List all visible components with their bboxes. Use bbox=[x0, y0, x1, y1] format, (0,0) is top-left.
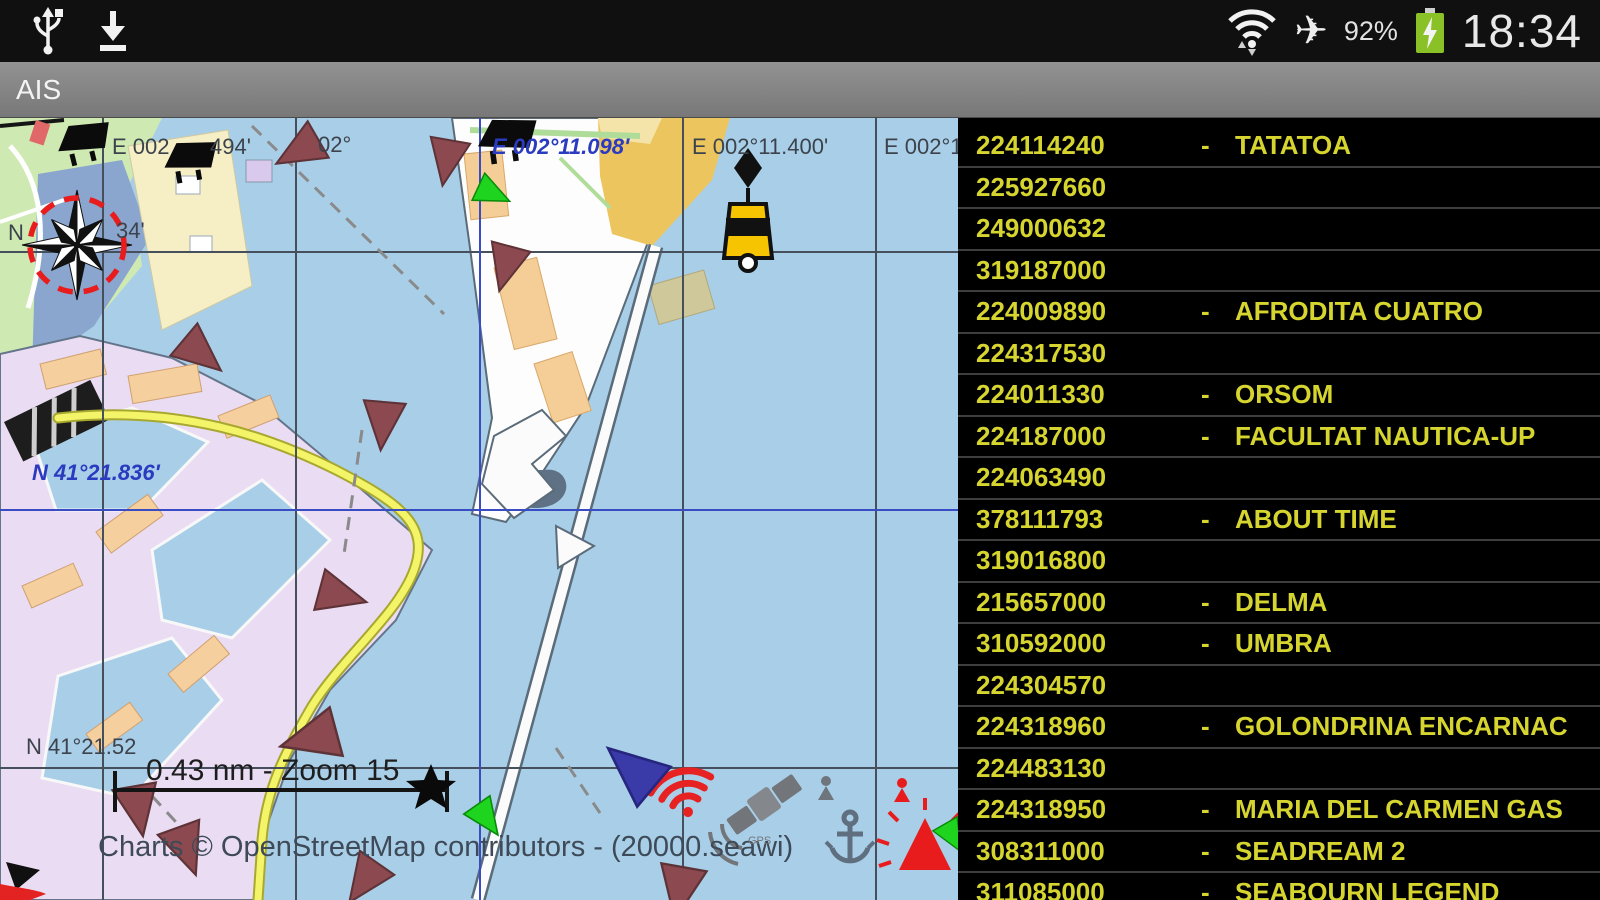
list-item[interactable]: 378111793 - ABOUT TIME bbox=[958, 500, 1600, 541]
mmsi: 224011330 bbox=[976, 379, 1105, 410]
grid-label: 494' bbox=[210, 134, 251, 159]
vessel-name: GOLONDRINA ENCARNAC bbox=[1235, 711, 1568, 742]
list-item[interactable]: 319187000 bbox=[958, 251, 1600, 292]
mmsi: 224187000 bbox=[976, 420, 1107, 451]
mmsi: 224009890 bbox=[976, 296, 1107, 327]
mmsi: 249000632 bbox=[976, 213, 1107, 244]
list-item[interactable]: 224483130 bbox=[958, 749, 1600, 790]
list-item[interactable]: 224318950 - MARIA DEL CARMEN GAS bbox=[958, 790, 1600, 832]
separator: - bbox=[1201, 586, 1210, 617]
separator: - bbox=[1201, 794, 1210, 825]
separator: - bbox=[1201, 420, 1210, 451]
mmsi: 308311000 bbox=[976, 835, 1105, 866]
separator: - bbox=[1201, 130, 1210, 161]
separator: - bbox=[1201, 628, 1210, 659]
separator: - bbox=[1201, 711, 1210, 742]
vessel-name: AFRODITA CUATRO bbox=[1235, 296, 1483, 327]
clock: 18:34 bbox=[1461, 5, 1582, 57]
list-item[interactable]: 311085000 - SEABOURN LEGEND bbox=[958, 873, 1600, 900]
wifi-icon bbox=[1228, 9, 1277, 56]
download-icon bbox=[100, 11, 126, 51]
mmsi: 224483130 bbox=[976, 752, 1107, 783]
mmsi: 225927660 bbox=[976, 171, 1107, 202]
list-item[interactable]: 224114240 - TATATOA bbox=[958, 126, 1600, 168]
list-item[interactable]: 308311000 - SEADREAM 2 bbox=[958, 832, 1600, 873]
vessel-name: FACULTAT NAUTICA-UP bbox=[1235, 420, 1536, 451]
separator: - bbox=[1201, 379, 1210, 410]
mmsi: 378111793 bbox=[976, 503, 1104, 534]
mmsi: 224063490 bbox=[976, 462, 1107, 493]
grid-label: 34' bbox=[116, 218, 145, 243]
list-item[interactable]: 224187000 - FACULTAT NAUTICA-UP bbox=[958, 417, 1600, 458]
vessel-name: UMBRA bbox=[1235, 628, 1332, 659]
list-item[interactable]: 224317530 bbox=[958, 334, 1600, 375]
grid-label: N bbox=[8, 220, 24, 245]
vessel-name: DELMA bbox=[1235, 586, 1328, 617]
airplane-icon: ✈ bbox=[1294, 9, 1328, 53]
list-item[interactable]: 215657000 - DELMA bbox=[958, 583, 1600, 624]
vessel-name: ABOUT TIME bbox=[1235, 503, 1397, 534]
chart-map[interactable]: 0.43 nm - Zoom 15 Charts © OpenStreetMap… bbox=[0, 118, 958, 900]
mmsi: 224317530 bbox=[976, 337, 1107, 368]
vessel-name: MARIA DEL CARMEN GAS bbox=[1235, 794, 1563, 825]
separator: - bbox=[1201, 877, 1210, 900]
mmsi: 215657000 bbox=[976, 586, 1107, 617]
grid-label: 02° bbox=[318, 132, 351, 157]
mmsi: 224318960 bbox=[976, 711, 1107, 742]
mmsi: 224304570 bbox=[976, 669, 1107, 700]
list-item[interactable]: 319016800 bbox=[958, 541, 1600, 583]
scale-label: 0.43 nm - Zoom 15 bbox=[146, 754, 399, 787]
usb-icon bbox=[33, 7, 63, 55]
list-item[interactable]: 224063490 bbox=[958, 458, 1600, 500]
grid-label: N 41°21.836' bbox=[32, 460, 161, 485]
app-title: AIS bbox=[16, 73, 62, 105]
mmsi: 310592000 bbox=[976, 628, 1107, 659]
list-item[interactable]: 224011330 - ORSOM bbox=[958, 375, 1600, 417]
grid-label: GPS bbox=[748, 835, 771, 847]
vessel-name: TATATOA bbox=[1235, 130, 1352, 161]
separator: - bbox=[1201, 503, 1210, 534]
list-item[interactable]: 225927660 bbox=[958, 168, 1600, 209]
separator: - bbox=[1201, 296, 1210, 327]
map-attribution: Charts © OpenStreetMap contributors - (2… bbox=[98, 831, 793, 863]
list-item[interactable]: 224304570 bbox=[958, 666, 1600, 707]
vessel-name: SEABOURN LEGEND bbox=[1235, 877, 1500, 900]
status-bar-left bbox=[0, 6, 130, 56]
title-bar: AIS bbox=[0, 62, 1600, 118]
vessel-list[interactable]: 224114240- TATATOA 225927660 249000632 31918… bbox=[958, 118, 1600, 900]
screen: ✈ 92% 18:34 AIS 0.43 nm - Zoom 15 Charts… bbox=[0, 0, 1600, 900]
list-item[interactable]: 310592000 - UMBRA bbox=[958, 624, 1600, 666]
vessel-name: ORSOM bbox=[1235, 379, 1334, 410]
status-bar: ✈ 92% 18:34 bbox=[0, 0, 1600, 62]
grid-label: E 002°1 bbox=[884, 134, 958, 159]
mmsi: 311085000 bbox=[976, 877, 1105, 900]
mmsi: 224318950 bbox=[976, 794, 1107, 825]
mmsi: 319187000 bbox=[976, 254, 1107, 285]
separator: - bbox=[1201, 835, 1210, 866]
mmsi: 224114240 bbox=[976, 130, 1105, 161]
list-item[interactable]: 249000632 bbox=[958, 209, 1600, 251]
grid-label: E 002°11.098' bbox=[492, 134, 630, 159]
battery-percent: 92% bbox=[1343, 15, 1398, 46]
grid-label: N 41°21.52 bbox=[26, 734, 136, 759]
list-item[interactable]: 224318960 - GOLONDRINA ENCARNAC bbox=[958, 707, 1600, 749]
status-bar-right: ✈ 92% 18:34 bbox=[1226, 4, 1600, 58]
grid-label: E 002°11.400' bbox=[692, 134, 828, 159]
list-item[interactable]: 224009890 - AFRODITA CUATRO bbox=[958, 292, 1600, 334]
battery-charging-icon bbox=[1415, 8, 1444, 53]
mmsi: 319016800 bbox=[976, 545, 1107, 576]
vessel-name: SEADREAM 2 bbox=[1235, 835, 1406, 866]
grid-label: E 002 bbox=[112, 134, 170, 159]
